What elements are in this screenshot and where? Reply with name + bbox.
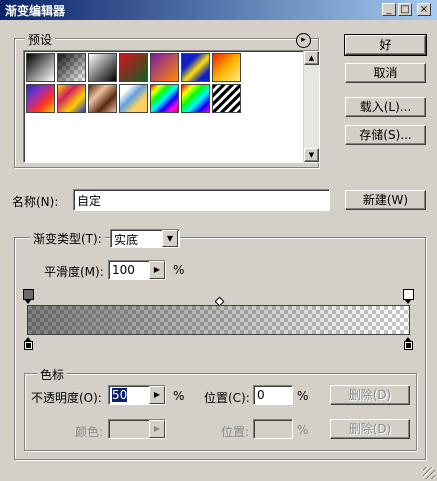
ok-button[interactable]: 好 <box>344 34 427 56</box>
color-position-unit: % <box>297 423 309 437</box>
smoothness-label: 平滑度(M): <box>44 265 104 279</box>
preset-swatch[interactable] <box>57 53 86 82</box>
new-button[interactable]: 新建(W) <box>345 190 426 210</box>
position-label: 位置(C): <box>204 391 250 405</box>
minimize-button[interactable]: _ <box>382 3 396 16</box>
preset-swatch[interactable] <box>26 84 55 113</box>
preset-swatch[interactable] <box>119 53 148 82</box>
smoothness-input[interactable]: 100 ▶ <box>108 260 166 280</box>
scroll-down-icon[interactable]: ▼ <box>304 148 319 162</box>
smoothness-unit: % <box>173 263 185 277</box>
preset-swatch[interactable] <box>26 53 55 82</box>
window-title: 渐变编辑器 <box>5 4 66 18</box>
close-button[interactable]: × <box>417 3 431 16</box>
delete-color-stop-button[interactable]: 删除(D) <box>330 419 410 439</box>
stops-group-label: 色标 <box>37 366 68 383</box>
color-arrow-icon[interactable]: ▶ <box>149 420 165 438</box>
cancel-button[interactable]: 取消 <box>345 63 426 83</box>
opacity-arrow-icon[interactable]: ▶ <box>149 386 165 404</box>
preset-swatch[interactable] <box>88 53 117 82</box>
position-input[interactable]: 0 <box>253 385 293 405</box>
preset-swatch[interactable] <box>150 84 179 113</box>
presets-scrollbar[interactable]: ▲ ▼ <box>303 51 319 162</box>
preset-swatch[interactable] <box>181 84 210 113</box>
preset-swatch[interactable] <box>212 84 241 113</box>
gradient-type-value: 实底 <box>114 233 139 247</box>
maximize-button[interactable]: □ <box>398 3 412 16</box>
position-value: 0 <box>257 388 265 402</box>
opacity-input[interactable]: 50 ▶ <box>108 385 166 405</box>
save-button[interactable]: 存储(S)... <box>345 125 426 145</box>
opacity-stop-right[interactable] <box>403 289 414 304</box>
gradient-type-select[interactable]: 实底 ▼ <box>110 229 180 248</box>
smoothness-arrow-icon[interactable]: ▶ <box>149 261 165 279</box>
color-position-input[interactable] <box>253 419 293 439</box>
name-value: 自定 <box>77 194 102 208</box>
color-label: 颜色: <box>75 425 104 439</box>
chevron-down-icon[interactable]: ▼ <box>162 230 178 247</box>
preset-swatch[interactable] <box>57 84 86 113</box>
opacity-label: 不透明度(O): <box>31 391 102 405</box>
resize-grip-icon[interactable] <box>423 467 435 479</box>
presets-label: 预设 <box>25 31 56 48</box>
color-swatch-field[interactable]: ▶ <box>108 419 166 439</box>
gradient-preview-bar[interactable] <box>27 305 410 335</box>
name-label: 名称(N): <box>12 195 59 209</box>
opacity-stop-left[interactable] <box>23 289 34 304</box>
preset-swatch[interactable] <box>212 53 241 82</box>
name-input[interactable]: 自定 <box>73 189 330 211</box>
color-stop-right[interactable] <box>404 337 413 352</box>
preset-swatch[interactable] <box>88 84 117 113</box>
opacity-unit: % <box>173 389 185 403</box>
preset-swatch[interactable] <box>181 53 210 82</box>
title-bar <box>0 0 437 20</box>
opacity-value: 50 <box>112 388 128 402</box>
delete-opacity-stop-button[interactable]: 删除(D) <box>330 385 410 405</box>
presets-list[interactable]: ▲ ▼ <box>23 50 319 163</box>
color-stop-left[interactable] <box>24 337 33 352</box>
presets-menu-icon[interactable]: ▸ <box>296 33 311 48</box>
preset-swatch[interactable] <box>150 53 179 82</box>
color-position-label: 位置: <box>221 425 250 439</box>
load-button[interactable]: 载入(L)... <box>345 97 426 117</box>
smoothness-value: 100 <box>112 263 135 277</box>
preset-swatch[interactable] <box>119 84 148 113</box>
gradient-type-label: 渐变类型(T): <box>30 230 105 247</box>
position-unit: % <box>297 389 309 403</box>
scroll-up-icon[interactable]: ▲ <box>304 51 319 65</box>
